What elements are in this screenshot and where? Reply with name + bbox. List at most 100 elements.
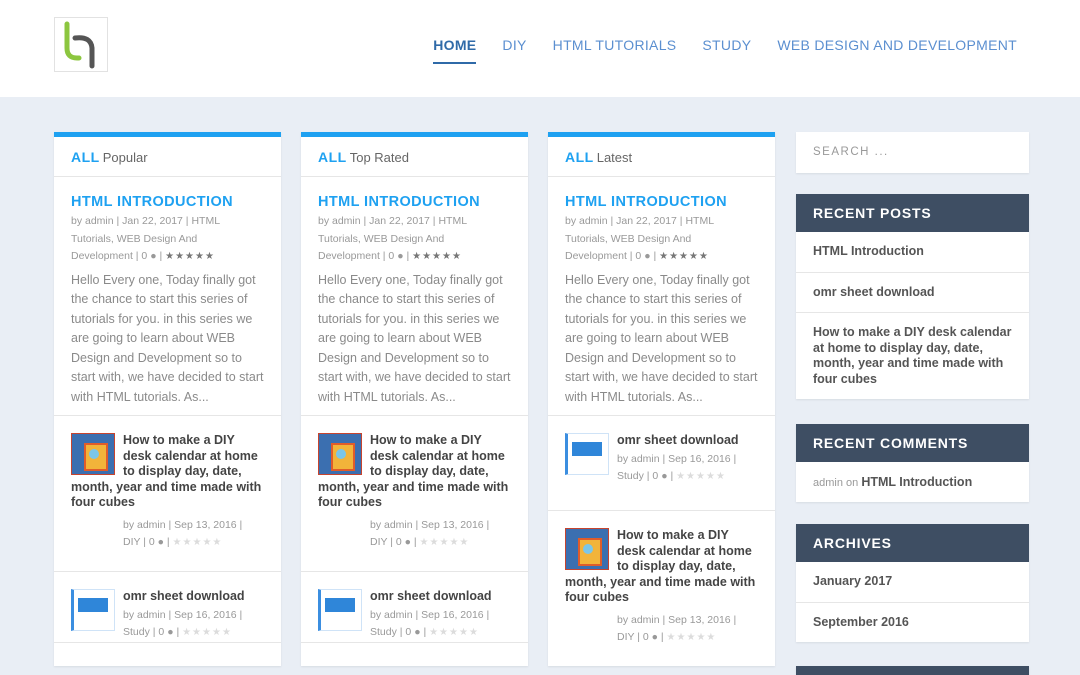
nav-study[interactable]: STUDY (702, 36, 751, 64)
comment-icon: ● (644, 250, 651, 262)
rating-stars: ★★★★★ (182, 627, 232, 638)
nav-html-tutorials[interactable]: HTML TUTORIALS (553, 36, 677, 64)
posts-column-latest: ALL Latest HTML INTRODUCTION by admin | J… (548, 132, 775, 666)
meta-line: Tutorials, WEB Design And (318, 232, 445, 245)
omr-thumbnail[interactable] (71, 589, 115, 631)
column-tab[interactable]: ALL Latest (548, 137, 775, 177)
tab-label[interactable]: Latest (597, 150, 632, 165)
comment-icon: ● (414, 626, 421, 638)
rating-stars: ★★★★★ (429, 627, 479, 638)
comment-icon: ● (157, 536, 164, 548)
rating-stars: ★★★★★ (666, 632, 717, 643)
list-item: How to make a DIY desk calendar at home … (548, 511, 775, 647)
tab-label[interactable]: Popular (103, 150, 148, 165)
meta-line: DIY | 0 (617, 631, 649, 643)
post-excerpt: Hello Every one, Today finally got the c… (318, 272, 511, 404)
rating-stars: ★★★★★ (676, 471, 726, 482)
omr-thumbnail[interactable] (565, 433, 609, 475)
list-item: omr sheet download by admin | Sep 16, 20… (548, 416, 775, 511)
recent-posts-widget: RECENT POSTS HTML Introduction omr sheet… (796, 194, 1029, 399)
nav-web-design[interactable]: WEB DESIGN AND DEVELOPMENT (777, 36, 1017, 64)
comment-icon: ● (150, 250, 157, 262)
column-tab[interactable]: ALL Popular (54, 137, 281, 177)
meta-line: by admin | Jan 22, 2017 | HTML (71, 215, 221, 227)
site-header: HOME DIY HTML TUTORIALS STUDY WEB DESIGN… (0, 0, 1080, 97)
list-item: How to make a DIY desk calendar at home … (301, 416, 528, 572)
recent-comments-widget: RECENT COMMENTS admin on HTML Introducti… (796, 424, 1029, 502)
meta-line: Study | 0 (617, 470, 659, 482)
featured-post: HTML INTRODUCTION by admin | Jan 22, 201… (54, 177, 281, 416)
rating-stars: ★★★★★ (419, 537, 470, 548)
meta-line: Tutorials, WEB Design And (71, 232, 198, 245)
meta-line: Tutorials, WEB Design And (565, 232, 692, 245)
meta-line: by admin | Sep 13, 2016 | (370, 518, 490, 531)
meta-line: by admin | Jan 22, 2017 | HTML (565, 215, 715, 227)
post-meta: by admin | Jan 22, 2017 | HTML Tutorials… (318, 213, 511, 266)
archive-link[interactable]: September 2016 (796, 603, 1029, 643)
post-title[interactable]: HTML INTRODUCTION (318, 194, 511, 210)
comment-on: on (846, 477, 859, 489)
comment-author[interactable]: admin (813, 477, 843, 489)
list-item: How to make a DIY desk calendar at home … (54, 416, 281, 572)
comment-post-link[interactable]: HTML Introduction (861, 475, 972, 489)
comment-icon: ● (404, 536, 411, 548)
archive-link[interactable]: January 2017 (796, 562, 1029, 603)
post-meta: by admin | Sep 13, 2016 | DIY | 0 ● | ★★… (318, 511, 511, 552)
archives-widget: ARCHIVES January 2017 September 2016 (796, 524, 1029, 642)
column-tab[interactable]: ALL Top Rated (301, 137, 528, 177)
main-nav: HOME DIY HTML TUTORIALS STUDY WEB DESIGN… (407, 36, 1017, 64)
post-title[interactable]: HTML INTRODUCTION (565, 194, 758, 210)
posts-column-top-rated: ALL Top Rated HTML INTRODUCTION by admin … (301, 132, 528, 666)
rating-stars: ★★★★★ (412, 251, 462, 262)
meta-line: Development | 0 (318, 250, 395, 262)
post-meta: by admin | Jan 22, 2017 | HTML Tutorials… (565, 213, 758, 266)
post-meta: by admin | Sep 13, 2016 | DIY | 0 ● | ★★… (71, 511, 264, 552)
comment-item: admin on HTML Introduction (796, 462, 1029, 502)
widget-title: RECENT COMMENTS (796, 424, 1029, 462)
rating-stars: ★★★★★ (172, 537, 223, 548)
posts-column-popular: ALL Popular HTML INTRODUCTION by admin | … (54, 132, 281, 666)
widget-title: ARCHIVES (796, 524, 1029, 562)
meta-line: Study | 0 (123, 626, 165, 638)
list-item: omr sheet download by admin | Sep 16, 20… (301, 572, 528, 643)
meta-line: Development | 0 (565, 250, 642, 262)
meta-line: DIY | 0 (123, 536, 155, 548)
recent-post-link[interactable]: How to make a DIY desk calendar at home … (796, 313, 1029, 399)
comment-icon: ● (661, 470, 668, 482)
meta-line: by admin | Sep 13, 2016 | (617, 613, 737, 626)
nav-home[interactable]: HOME (433, 36, 477, 64)
post-title[interactable]: HTML INTRODUCTION (71, 194, 264, 210)
widget-title: RECENT POSTS (796, 194, 1029, 232)
post-meta: by admin | Jan 22, 2017 | HTML Tutorials… (71, 213, 264, 266)
search-input[interactable]: SEARCH ... (796, 132, 1029, 173)
featured-post: HTML INTRODUCTION by admin | Jan 22, 201… (548, 177, 775, 416)
post-excerpt: Hello Every one, Today finally got the c… (565, 272, 758, 404)
calendar-thumbnail[interactable] (318, 433, 362, 475)
comment-icon: ● (651, 631, 658, 643)
site-logo[interactable] (54, 17, 108, 72)
tab-all[interactable]: ALL (565, 149, 594, 165)
list-item: omr sheet download by admin | Sep 16, 20… (54, 572, 281, 643)
rating-stars: ★★★★★ (165, 251, 215, 262)
tab-all[interactable]: ALL (71, 149, 100, 165)
recent-post-link[interactable]: omr sheet download (796, 273, 1029, 313)
post-excerpt: Hello Every one, Today finally got the c… (71, 272, 264, 404)
rating-stars: ★★★★★ (659, 251, 709, 262)
logo-icon (64, 21, 95, 69)
meta-line: by admin | Jan 22, 2017 | HTML (318, 215, 468, 227)
featured-post: HTML INTRODUCTION by admin | Jan 22, 201… (301, 177, 528, 416)
meta-line: Study | 0 (370, 626, 412, 638)
recent-post-link[interactable]: HTML Introduction (796, 232, 1029, 273)
meta-line: DIY | 0 (370, 536, 402, 548)
calendar-thumbnail[interactable] (71, 433, 115, 475)
omr-thumbnail[interactable] (318, 589, 362, 631)
tab-all[interactable]: ALL (318, 149, 347, 165)
comment-icon: ● (167, 626, 174, 638)
meta-line: by admin | Sep 13, 2016 | (123, 518, 243, 531)
nav-diy[interactable]: DIY (502, 36, 526, 64)
comment-icon: ● (397, 250, 404, 262)
next-widget-header (796, 666, 1029, 675)
tab-label[interactable]: Top Rated (350, 150, 409, 165)
calendar-thumbnail[interactable] (565, 528, 609, 570)
meta-line: Development | 0 (71, 250, 148, 262)
